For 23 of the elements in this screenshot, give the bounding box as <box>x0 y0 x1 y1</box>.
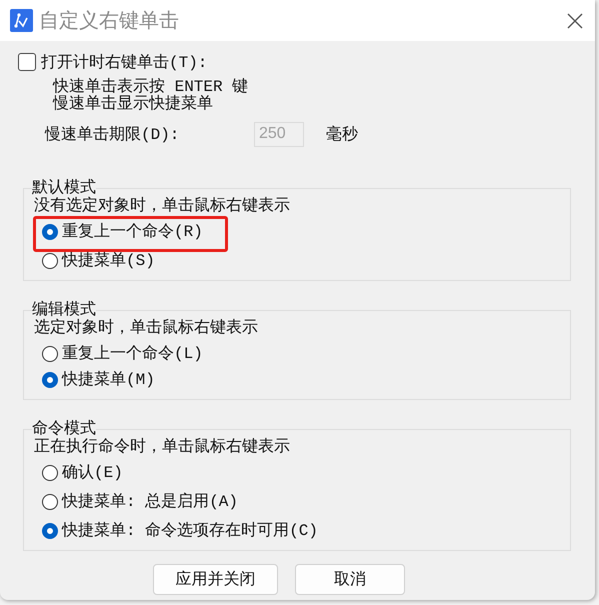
radio-button[interactable]: 快捷菜单(M) <box>42 369 155 391</box>
hint-text: 慢速单击显示快捷菜单 <box>53 96 214 113</box>
group-title: 命令模式 <box>32 420 96 438</box>
radio-button[interactable]: 快捷菜单(S) <box>42 250 155 272</box>
timer-checkbox[interactable]: 打开计时右键单击(T): <box>18 52 208 72</box>
radio-button[interactable]: 确认(E) <box>42 462 123 484</box>
group-title: 默认模式 <box>32 179 96 197</box>
radio-button[interactable]: 快捷菜单: 总是启用(A) <box>42 491 238 513</box>
field-label: 慢速单击期限(D): <box>45 124 180 144</box>
group-description: 没有选定对象时，单击鼠标右键表示 <box>34 197 290 215</box>
unit-label: 毫秒 <box>326 124 358 144</box>
close-icon[interactable] <box>567 12 583 28</box>
hint-text: 快速单击表示按 ENTER 键 <box>53 79 250 96</box>
cancel-button[interactable]: 取消 <box>295 564 405 595</box>
radio-button[interactable]: 快捷菜单: 命令选项存在时可用(C) <box>42 520 318 542</box>
group-description: 选定对象时，单击鼠标右键表示 <box>34 319 258 337</box>
group-title: 编辑模式 <box>32 301 96 319</box>
group-description: 正在执行命令时，单击鼠标右键表示 <box>34 438 290 456</box>
radio-button[interactable]: 重复上一个命令(R) <box>42 221 203 243</box>
apply-close-button[interactable]: 应用并关闭 <box>153 564 278 595</box>
app-icon <box>10 9 33 32</box>
window-title: 自定义右键单击 <box>39 7 180 34</box>
radio-button[interactable]: 重复上一个命令(L) <box>42 343 203 365</box>
